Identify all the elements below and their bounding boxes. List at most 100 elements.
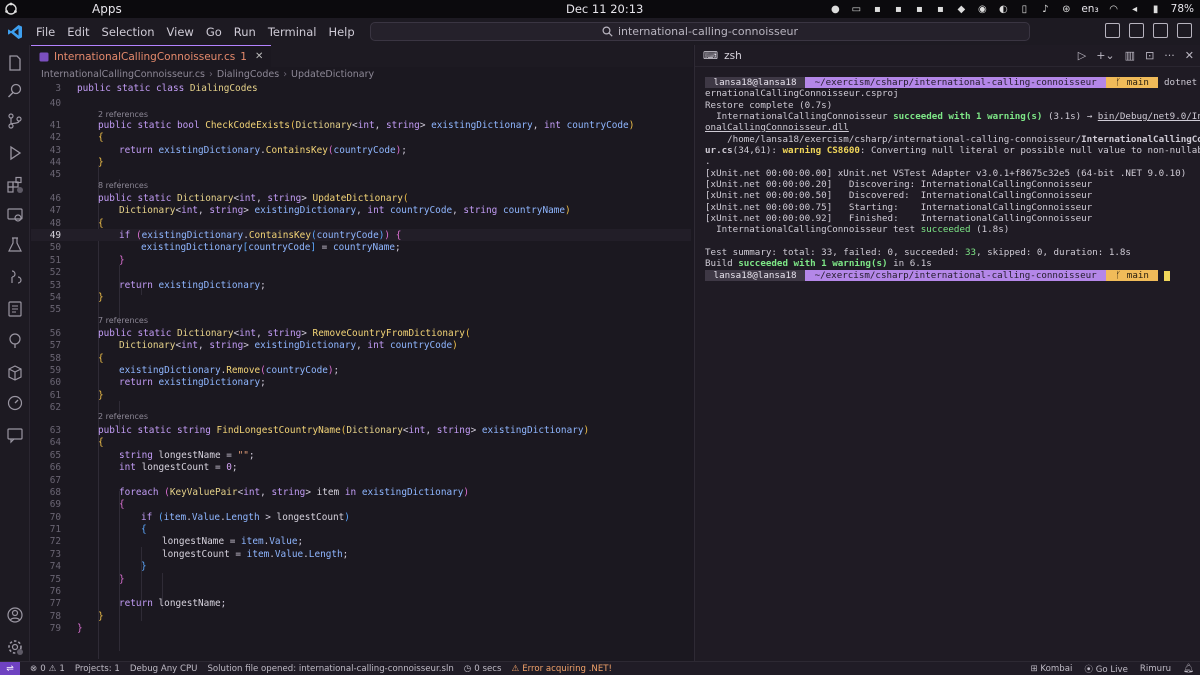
wifi-icon[interactable]: ◠ [1108,3,1120,15]
code-area[interactable]: 3 public static class DialingCodes 40 2 r… [31,81,693,661]
tray-app-icon[interactable]: ▪ [934,3,946,15]
code-line: } [98,610,104,622]
docker-icon[interactable] [5,267,25,287]
remote-explorer-icon[interactable] [5,205,25,225]
line-number: 71 [49,523,61,535]
package-icon[interactable] [5,363,25,383]
volume-icon[interactable]: ◂ [1129,3,1141,15]
codelens-references[interactable]: 2 references [98,110,148,119]
source-control-icon[interactable] [5,111,25,131]
clock-icon: ◷ [463,663,472,674]
terminal-toolbar: ▷ +⌄ ▥ ⊡ ··· ✕ [1078,49,1194,62]
tray-app-icon[interactable]: ◐ [997,3,1009,15]
terminal-line: ur.cs(34,61): warning CS8600: Converting… [705,145,1200,156]
code-line: } [77,622,83,634]
close-tab-icon[interactable]: ✕ [255,51,263,62]
build-configuration[interactable]: Debug Any CPU [130,664,198,674]
search-icon[interactable] [5,81,25,101]
account-icon[interactable] [5,605,25,625]
keyboard-language[interactable]: en₃ [1081,3,1098,15]
tray-app-icon[interactable]: ♪ [1039,3,1051,15]
terminal-line: [xUnit.net 00:00:00.92] Finished: Intern… [705,213,1093,224]
codelens-references[interactable]: 8 references [98,181,148,190]
codelens-references[interactable]: 7 references [98,316,148,325]
line-number: 68 [49,486,61,498]
terminal-output[interactable]: lansa18@lansa18 ~/exercism/csharp/intern… [695,67,1200,281]
menu-file[interactable]: File [30,25,61,39]
terminal-panel[interactable]: ⌨ zsh ▷ +⌄ ▥ ⊡ ··· ✕ lansa18@lansa18 ~/e… [694,45,1200,661]
customize-layout-icon[interactable] [1177,23,1192,38]
line-number: 56 [49,327,61,339]
tray-app-icon[interactable]: ◉ [976,3,988,15]
menu-selection[interactable]: Selection [96,25,161,39]
line-number: 78 [49,610,61,622]
menu-go[interactable]: Go [200,25,228,39]
tray-app-icon[interactable]: ▪ [892,3,904,15]
go-live-button[interactable]: ⦿ Go Live [1084,663,1128,675]
toggle-sidebar-icon[interactable] [1105,23,1120,38]
tray-app-icon[interactable]: ▯ [1018,3,1030,15]
system-tray: ● ▭ ▪ ▪ ▪ ▪ ◆ ◉ ◐ ▯ ♪ ⊛ en₃ ◠ ◂ ▮ 78% [829,0,1194,18]
chat-icon[interactable] [5,425,25,445]
more-actions-icon[interactable]: ··· [1164,49,1175,62]
timer-indicator[interactable]: ◷ 0 secs [464,664,502,674]
lock-icon[interactable]: ⊡ [1145,49,1154,62]
codelens-references[interactable]: 2 references [98,412,148,421]
clock[interactable]: Dec 11 20:13 [566,2,643,16]
breadcrumb-method[interactable]: UpdateDictionary [291,69,374,80]
project-manager-icon[interactable] [5,299,25,319]
prompt-user: lansa18@lansa18 [705,77,806,88]
extensions-icon[interactable] [5,175,25,195]
line-number: 53 [49,279,61,291]
line-number: 3 [55,82,61,94]
menu-run[interactable]: Run [228,25,262,39]
code-line: foreach (KeyValuePair<int, string> item … [119,486,470,498]
editor-tab-active[interactable]: InternationalCallingConnoisseur.cs 1 ✕ [31,45,272,67]
user-label[interactable]: Rimuru [1140,664,1171,674]
toggle-secondary-sidebar-icon[interactable] [1153,23,1168,38]
code-line: int longestCount = 0; [119,461,238,473]
solution-status[interactable]: Solution file opened: international-call… [207,664,453,674]
record-icon[interactable]: ● [829,3,841,15]
code-line: return existingDictionary.ContainsKey(co… [119,144,407,156]
run-debug-icon[interactable] [5,143,25,163]
split-terminal-icon[interactable]: ▥ [1125,49,1135,62]
tree-icon[interactable] [5,331,25,351]
line-number: 40 [49,97,61,109]
menu-edit[interactable]: Edit [61,25,95,39]
tray-app-icon[interactable]: ◆ [955,3,967,15]
accessibility-icon[interactable]: ⊛ [1060,3,1072,15]
problems-indicator[interactable]: ⊗ 0 ⚠ 1 [30,664,65,674]
tray-app-icon[interactable]: ▪ [871,3,883,15]
terminal-command: dotnet test Int [1164,77,1198,88]
settings-gear-icon[interactable] [5,637,25,657]
menu-help[interactable]: Help [322,25,360,39]
search-icon [602,26,613,37]
breadcrumb-class[interactable]: DialingCodes [217,69,279,80]
testing-icon[interactable] [5,235,25,255]
dashboard-icon[interactable] [5,393,25,413]
menu-view[interactable]: View [161,25,200,39]
code-line: if (existingDictionary.ContainsKey(count… [119,229,402,241]
line-number: 62 [49,401,61,413]
tray-app-icon[interactable]: ▪ [913,3,925,15]
notifications-bell-icon[interactable]: 🔔︎ [1183,664,1194,674]
new-terminal-icon[interactable]: +⌄ [1096,49,1114,62]
explorer-icon[interactable] [5,53,25,73]
battery-icon[interactable]: ▮ [1150,3,1162,15]
command-center-search[interactable]: international-calling-connoisseur [370,22,1030,41]
close-panel-icon[interactable]: ✕ [1185,49,1194,62]
apps-menu[interactable]: Apps [92,2,122,16]
toggle-panel-icon[interactable] [1129,23,1144,38]
code-editor: InternationalCallingConnoisseur.cs 1 ✕ I… [31,45,693,661]
run-icon[interactable]: ▷ [1078,49,1086,62]
dotnet-error[interactable]: ⚠ Error acquiring .NET! [511,664,612,674]
remote-indicator-icon[interactable]: ⇌ [0,661,20,675]
kombai-button[interactable]: ⊞ Kombai [1030,664,1072,674]
terminal-tab-zsh[interactable]: zsh [724,50,742,62]
projects-count[interactable]: Projects: 1 [75,664,120,674]
activities-icon[interactable] [2,0,20,18]
menu-terminal[interactable]: Terminal [262,25,323,39]
screen-icon[interactable]: ▭ [850,3,862,15]
breadcrumb-file[interactable]: InternationalCallingConnoisseur.cs [41,69,205,80]
